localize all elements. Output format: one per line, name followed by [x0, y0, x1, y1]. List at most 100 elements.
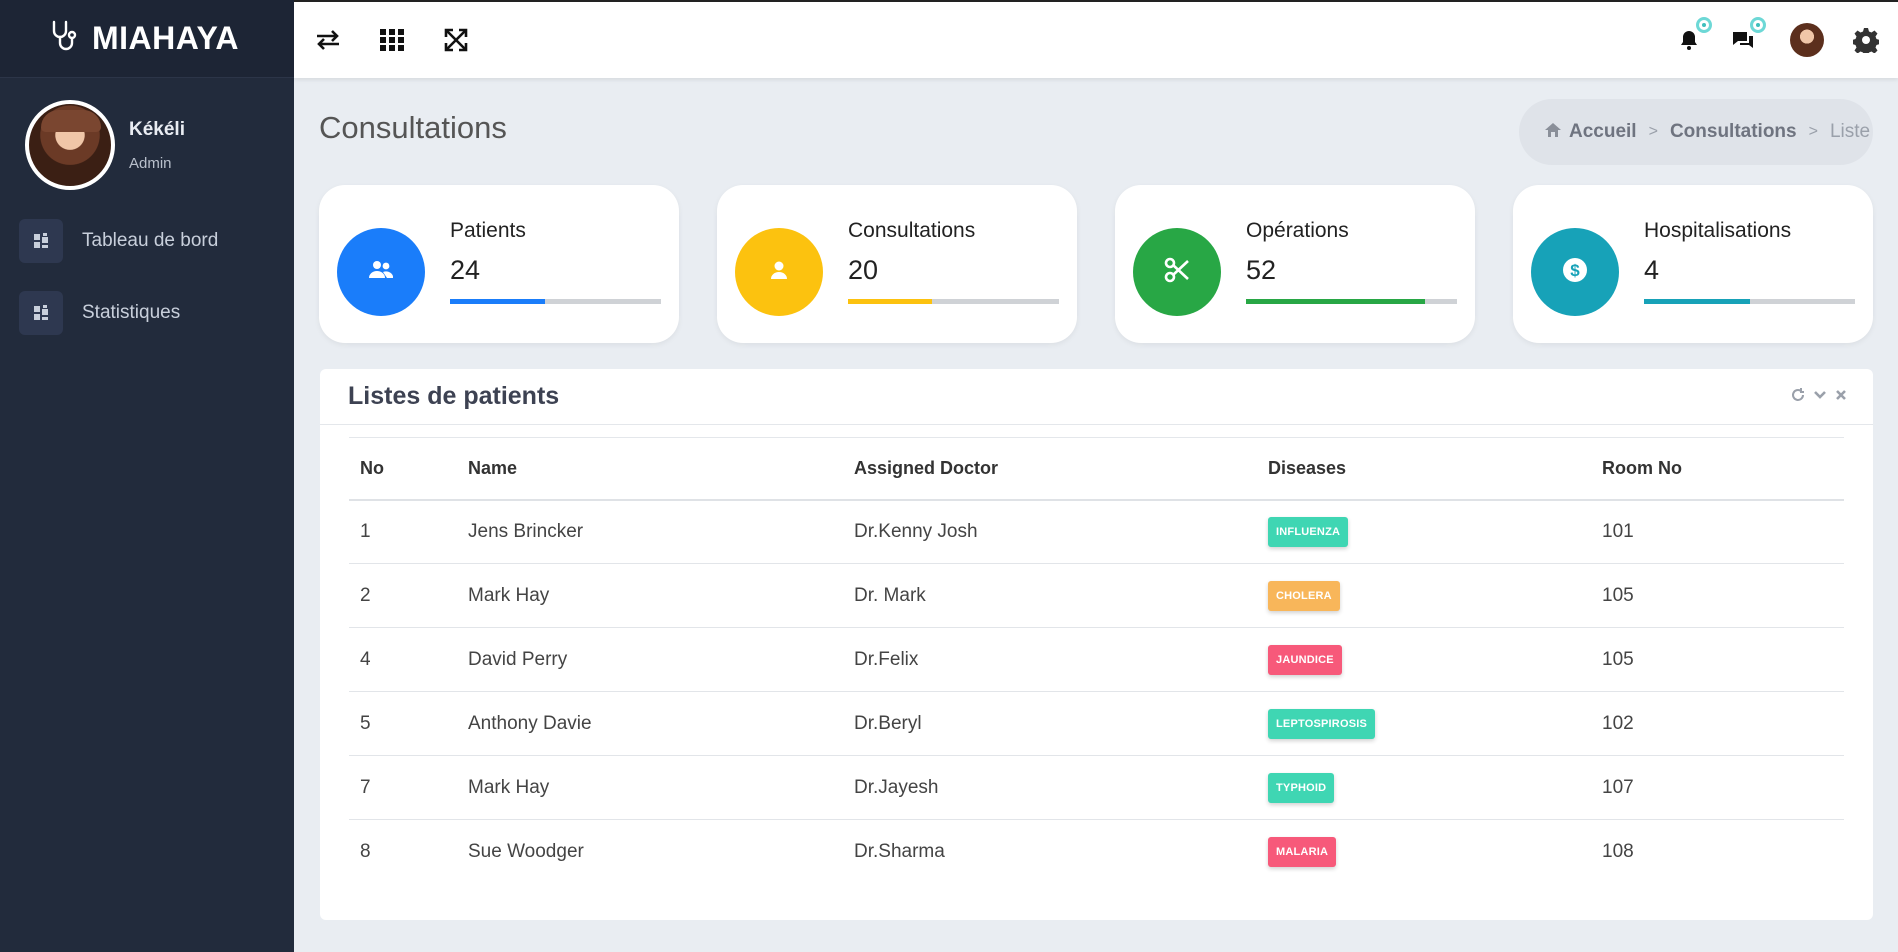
dashboard-icon — [19, 219, 63, 263]
close-icon[interactable] — [1835, 388, 1847, 405]
progress-bar — [1246, 299, 1457, 304]
cell-room: 107 — [1591, 755, 1844, 820]
bell-icon[interactable] — [1676, 17, 1712, 53]
notification-indicator — [1750, 17, 1766, 33]
fullscreen-icon[interactable] — [442, 26, 470, 54]
dashboard-icon — [19, 291, 63, 335]
topbar — [294, 0, 1898, 78]
disease-badge: CHOLERA — [1268, 580, 1340, 611]
cell-no: 4 — [349, 627, 457, 692]
cell-name: David Perry — [457, 627, 843, 692]
chevron-right-icon: > — [1648, 123, 1658, 140]
scissors-icon — [1164, 257, 1190, 288]
app-name: MIAHAYA — [92, 20, 239, 56]
progress-bar — [1644, 299, 1855, 304]
breadcrumb-current: Liste — [1829, 121, 1871, 142]
user-role: Admin — [129, 154, 172, 172]
stat-icon-circle: $ — [1531, 228, 1619, 316]
stat-icon-circle — [735, 228, 823, 316]
sidebar-item-statistics[interactable]: Statistiques — [0, 290, 294, 336]
patients-panel: Listes de patients No Name Assigned Doct… — [320, 369, 1873, 920]
disease-badge: LEPTOSPIROSIS — [1268, 708, 1376, 739]
patients-table: No Name Assigned Doctor Diseases Room No… — [349, 437, 1844, 884]
cell-no: 2 — [349, 563, 457, 628]
gear-icon[interactable] — [1852, 26, 1880, 54]
disease-badge: INFLUENZA — [1268, 516, 1349, 547]
progress-fill — [848, 299, 933, 304]
column-header-room[interactable]: Room No — [1591, 437, 1844, 501]
sidebar: MIAHAYA Kékéli Admin Tableau de bord Sta… — [0, 0, 294, 952]
chevron-right-icon: > — [1808, 123, 1818, 140]
table-header-row: No Name Assigned Doctor Diseases Room No — [349, 437, 1844, 501]
stat-value: 20 — [848, 255, 879, 285]
avatar[interactable] — [25, 100, 115, 190]
stethoscope-icon — [46, 18, 82, 59]
stat-label: Consultations — [848, 219, 976, 242]
sidebar-item-label: Tableau de bord — [82, 230, 219, 251]
apps-grid-icon[interactable] — [378, 26, 406, 54]
user-name: Kékéli — [129, 118, 185, 140]
sidebar-item-dashboard[interactable]: Tableau de bord — [0, 218, 294, 264]
table-row[interactable]: 4 David Perry Dr.Felix JAUNDICE 105 — [349, 627, 1844, 692]
table-row[interactable]: 7 Mark Hay Dr.Jayesh TYPHOID 107 — [349, 755, 1844, 820]
stat-label: Opérations — [1246, 219, 1349, 242]
sidebar-nav: Tableau de bord Statistiques — [0, 218, 294, 336]
cell-doctor: Dr.Jayesh — [843, 755, 1257, 820]
cell-room: 108 — [1602, 840, 1634, 862]
cell-no: 7 — [349, 755, 457, 820]
cell-name: Jens Brincker — [457, 499, 843, 564]
stat-icon-circle — [337, 228, 425, 316]
table-row[interactable]: 2 Mark Hay Dr. Mark CHOLERA 105 — [349, 563, 1844, 628]
cell-name: Sue Woodger — [468, 840, 584, 862]
disease-badge: TYPHOID — [1268, 772, 1335, 803]
chevron-down-icon[interactable] — [1813, 388, 1827, 405]
stat-card-hospitalisations[interactable]: $ Hospitalisations 4 — [1513, 185, 1873, 343]
progress-bar — [450, 299, 661, 304]
cell-name: Mark Hay — [457, 563, 843, 628]
users-icon — [367, 260, 395, 285]
cell-no: 8 — [360, 840, 371, 862]
breadcrumb: Accueil > Consultations > Liste — [1519, 99, 1873, 165]
column-header-diseases[interactable]: Diseases — [1257, 437, 1591, 501]
page-title: Consultations — [319, 110, 507, 145]
stat-card-patients[interactable]: Patients 24 — [319, 185, 679, 343]
progress-fill — [1644, 299, 1750, 304]
user-icon — [769, 260, 789, 285]
stat-value: 4 — [1644, 255, 1660, 285]
breadcrumb-section-link[interactable]: Consultations — [1670, 121, 1797, 143]
chat-icon[interactable] — [1730, 17, 1766, 53]
cell-no: 5 — [349, 691, 457, 756]
dollar-icon: $ — [1562, 257, 1588, 288]
brand[interactable]: MIAHAYA — [0, 0, 294, 78]
cell-doctor: Dr. Mark — [843, 563, 1257, 628]
stat-card-consultations[interactable]: Consultations 20 — [717, 185, 1077, 343]
table-row[interactable]: 5 Anthony Davie Dr.Beryl LEPTOSPIROSIS 1… — [349, 691, 1844, 756]
progress-fill — [450, 299, 545, 304]
panel-tools — [1791, 388, 1847, 405]
stat-icon-circle — [1133, 228, 1221, 316]
home-icon — [1545, 121, 1561, 143]
cell-doctor: Dr.Kenny Josh — [843, 499, 1257, 564]
cell-doctor: Dr.Beryl — [843, 691, 1257, 756]
user-profile: Kékéli Admin — [0, 78, 294, 190]
stat-card-operations[interactable]: Opérations 52 — [1115, 185, 1475, 343]
table-row[interactable]: 1 Jens Brincker Dr.Kenny Josh INFLUENZA … — [349, 499, 1844, 564]
breadcrumb-home-link[interactable]: Accueil — [1569, 121, 1637, 143]
cell-room: 102 — [1591, 691, 1844, 756]
table-row[interactable]: 8 Sue Woodger Dr.Sharma MALARIA 108 — [349, 820, 1844, 884]
panel-title: Listes de patients — [348, 382, 560, 410]
progress-bar — [848, 299, 1059, 304]
progress-fill — [1246, 299, 1426, 304]
cell-room: 105 — [1591, 627, 1844, 692]
refresh-icon[interactable] — [1791, 388, 1805, 405]
exchange-icon[interactable] — [314, 26, 342, 54]
panel-header: Listes de patients — [320, 369, 1873, 425]
disease-badge: JAUNDICE — [1268, 644, 1342, 675]
cell-doctor: Dr.Sharma — [854, 840, 945, 862]
notification-indicator — [1696, 17, 1712, 33]
avatar[interactable] — [1790, 23, 1824, 57]
column-header-name[interactable]: Name — [457, 437, 843, 501]
column-header-doctor[interactable]: Assigned Doctor — [843, 437, 1257, 501]
cell-room: 101 — [1591, 499, 1844, 564]
column-header-no[interactable]: No — [349, 437, 457, 501]
